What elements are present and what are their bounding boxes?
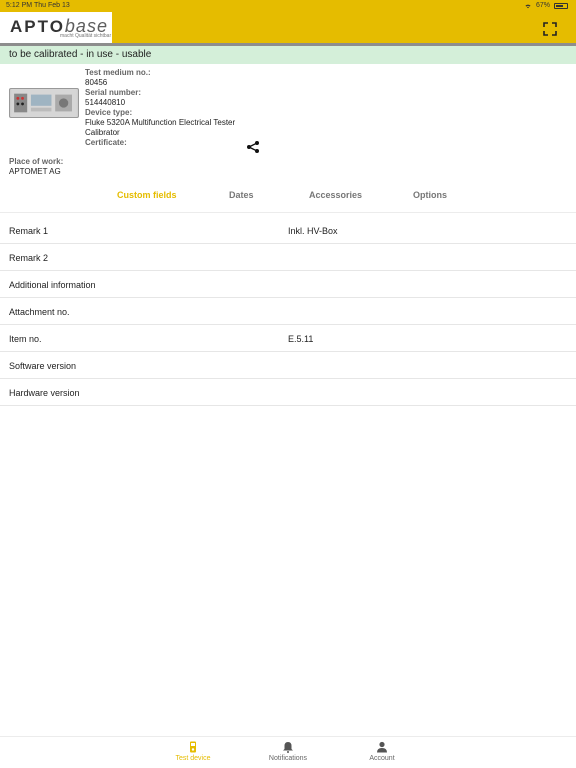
serial-number-value: 514440810 bbox=[85, 98, 126, 107]
nav-notifications-label: Notifications bbox=[268, 755, 308, 762]
nav-account[interactable]: Account bbox=[347, 741, 417, 767]
test-medium-label: Test medium no.: bbox=[85, 68, 151, 77]
field-label: Software version bbox=[9, 361, 77, 371]
field-label: Attachment no. bbox=[9, 307, 70, 317]
device-type-value-line2: Calibrator bbox=[85, 128, 120, 137]
field-row-hardware-version[interactable]: Hardware version bbox=[0, 379, 576, 406]
status-bar: 5:12 PM Thu Feb 13 67% bbox=[0, 0, 576, 12]
test-device-icon bbox=[190, 741, 196, 753]
tab-options[interactable]: Options bbox=[413, 190, 447, 200]
bottom-nav: Test device Notifications Account bbox=[0, 736, 576, 768]
field-row-attachment-no[interactable]: Attachment no. bbox=[0, 298, 576, 325]
field-label: Remark 1 bbox=[9, 226, 49, 236]
field-row-additional-information[interactable]: Additional information bbox=[0, 271, 576, 298]
logo-tagline: macht Qualität sichtbar bbox=[60, 33, 112, 39]
battery-icon bbox=[554, 2, 568, 9]
logo-apto: APTO bbox=[10, 17, 65, 36]
app-logo: APTObase macht Qualität sichtbar bbox=[0, 12, 112, 43]
field-label: Additional information bbox=[9, 280, 96, 290]
device-info: Test medium no.: 80456 Serial number: 51… bbox=[85, 68, 235, 148]
tabs-divider bbox=[0, 212, 576, 213]
field-value: Inkl. HV-Box bbox=[288, 226, 338, 236]
bell-icon bbox=[283, 742, 293, 753]
field-label: Hardware version bbox=[9, 388, 80, 398]
wifi-icon bbox=[525, 4, 531, 8]
field-row-remark-2[interactable]: Remark 2 bbox=[0, 244, 576, 271]
battery-percent: 67% bbox=[535, 2, 550, 9]
nav-test-device-label: Test device bbox=[175, 755, 211, 762]
person-icon bbox=[377, 741, 387, 753]
status-indicators: 67% bbox=[524, 2, 568, 9]
place-of-work-label: Place of work: bbox=[9, 157, 64, 166]
nav-account-label: Account bbox=[369, 755, 395, 762]
device-image bbox=[9, 88, 79, 118]
status-date: Thu Feb 13 bbox=[34, 2, 70, 9]
serial-number-label: Serial number: bbox=[85, 88, 142, 97]
field-label: Item no. bbox=[9, 334, 42, 344]
nav-test-device[interactable]: Test device bbox=[158, 741, 228, 767]
certificate-label: Certificate: bbox=[85, 138, 127, 147]
field-label: Remark 2 bbox=[9, 253, 49, 263]
tab-custom-fields[interactable]: Custom fields bbox=[117, 190, 177, 200]
tab-accessories[interactable]: Accessories bbox=[309, 190, 362, 200]
tab-dates[interactable]: Dates bbox=[229, 190, 254, 200]
nav-notifications[interactable]: Notifications bbox=[253, 741, 323, 767]
field-value: E.5.11 bbox=[288, 334, 314, 344]
field-row-item-no[interactable]: Item no. E.5.11 bbox=[0, 325, 576, 352]
status-time: 5:12 PM bbox=[6, 2, 33, 9]
test-medium-value: 80456 bbox=[85, 78, 108, 87]
status-banner-text: to be calibrated - in use - usable bbox=[9, 49, 152, 60]
status-banner: to be calibrated - in use - usable bbox=[0, 46, 576, 64]
place-of-work: Place of work: APTOMET AG bbox=[9, 157, 63, 177]
share-icon[interactable] bbox=[246, 140, 260, 154]
device-type-label: Device type: bbox=[85, 108, 133, 117]
fullscreen-icon[interactable] bbox=[542, 21, 558, 37]
field-row-remark-1[interactable]: Remark 1 Inkl. HV-Box bbox=[0, 217, 576, 244]
place-of-work-value: APTOMET AG bbox=[9, 167, 61, 176]
device-type-value-line1: Fluke 5320A Multifunction Electrical Tes… bbox=[85, 118, 236, 127]
field-row-software-version[interactable]: Software version bbox=[0, 352, 576, 379]
